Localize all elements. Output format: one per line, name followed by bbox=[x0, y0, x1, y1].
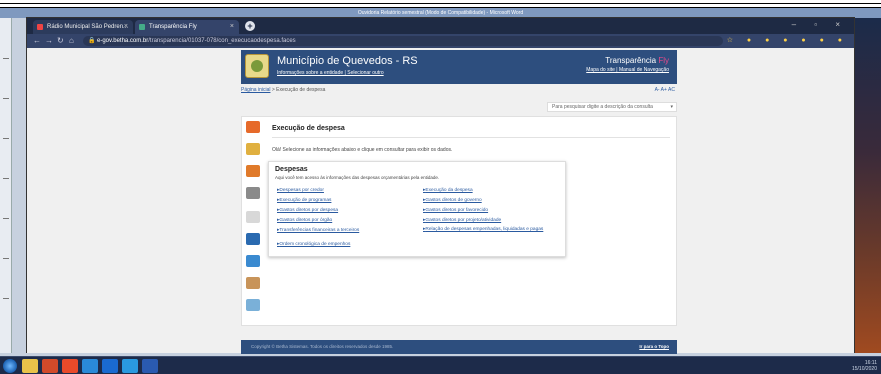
tab-bar: Rádio Municipal São Pedren... × Transpar… bbox=[27, 18, 854, 34]
ruler-tick bbox=[3, 58, 9, 59]
link-gastos-por-orgao[interactable]: Gastos diretos por órgão bbox=[277, 218, 332, 223]
content-panel: Execução de despesa Olá! Selecione as in… bbox=[241, 116, 677, 326]
ruler-tick bbox=[3, 218, 9, 219]
municipality-name: Município de Quevedos - RS bbox=[277, 55, 418, 67]
back-icon[interactable]: ← bbox=[33, 36, 41, 46]
minus-coins-icon bbox=[246, 165, 260, 177]
link-relacao-despesas[interactable]: Relação de despesas empenhadas, liquidad… bbox=[423, 227, 563, 233]
skype-icon[interactable] bbox=[102, 359, 118, 373]
site-footer: Copyright © Betha Sistemas. Todos os dir… bbox=[241, 340, 677, 354]
ruler-tick bbox=[3, 258, 9, 259]
url-host: e-gov.betha.com.br bbox=[97, 38, 149, 44]
brand-suffix: Fly bbox=[658, 56, 669, 65]
expense-icon bbox=[246, 121, 260, 133]
card-description: Aqui você tem acesso às informações das … bbox=[275, 175, 440, 180]
link-gastos-por-despesa[interactable]: Gastos diretos por despesa bbox=[277, 208, 338, 213]
coins-icon bbox=[246, 143, 260, 155]
divider bbox=[272, 137, 670, 138]
card-title: Despesas bbox=[275, 166, 308, 173]
url-path: /transparencia/01037-078/con_execucaodes… bbox=[148, 38, 296, 44]
close-tab-icon[interactable]: × bbox=[124, 20, 128, 34]
link-gastos-projeto[interactable]: Gastos diretos por projeto/atividade bbox=[423, 218, 501, 223]
word-ruler bbox=[0, 18, 12, 353]
browser-window: Rádio Municipal São Pedren... × Transpar… bbox=[26, 17, 855, 354]
link-despesas-por-credor[interactable]: Despesas por credor bbox=[277, 188, 324, 193]
search-placeholder: Para pesquisar digite a descrição da con… bbox=[552, 104, 653, 110]
breadcrumb-current: Execução de despesa bbox=[276, 87, 326, 93]
reload-icon[interactable]: ↻ bbox=[57, 36, 64, 46]
link-ordem-cronologica[interactable]: Ordem cronológica de empenhos bbox=[277, 242, 350, 247]
copyright-text: Copyright © Betha Sistemas. Todos os dir… bbox=[251, 344, 394, 349]
report-icon bbox=[246, 299, 260, 311]
ruler-tick bbox=[3, 298, 9, 299]
brand-prefix: Transparência bbox=[605, 56, 659, 65]
tab-label: Rádio Municipal São Pedren... bbox=[47, 24, 129, 30]
favicon-icon bbox=[37, 24, 43, 30]
link-transferencias[interactable]: Transferências financeiras a terceiros bbox=[277, 228, 359, 233]
link-gastos-governo[interactable]: Gastos diretos de governo bbox=[423, 198, 481, 203]
address-bar-row: ← → ↻ ⌂ 🔒 e-gov.betha.com.br/transparenc… bbox=[27, 34, 854, 48]
breadcrumb: Página inicial > Execução de despesa A- … bbox=[241, 87, 677, 97]
divider bbox=[0, 3, 881, 4]
new-tab-button[interactable]: + bbox=[245, 21, 255, 31]
link-execucao-programas[interactable]: Execução de programas bbox=[277, 198, 331, 203]
favicon-icon bbox=[139, 24, 145, 30]
word-icon[interactable] bbox=[142, 359, 158, 373]
ruler-tick bbox=[3, 178, 9, 179]
bank-icon bbox=[246, 187, 260, 199]
document-icon bbox=[246, 255, 260, 267]
back-to-top-link[interactable]: Ir para o Topo bbox=[639, 340, 669, 354]
chat-icon[interactable] bbox=[122, 359, 138, 373]
tab-label: Transparência Fly bbox=[149, 24, 197, 30]
tab-radio[interactable]: Rádio Municipal São Pedren... × bbox=[33, 20, 133, 34]
extension-icons[interactable]: ☆ ● ● ● ● ● ● bbox=[727, 36, 848, 44]
system-tray[interactable]: 16:11 15/10/2020 bbox=[852, 360, 877, 372]
powerpoint-icon[interactable] bbox=[42, 359, 58, 373]
breadcrumb-home[interactable]: Página inicial bbox=[241, 87, 270, 93]
entity-links[interactable]: Informações sobre a entidade | Seleciona… bbox=[277, 70, 384, 76]
truck-icon bbox=[246, 233, 260, 245]
top-strip bbox=[0, 0, 881, 8]
intro-text: Olá! Selecione as informações abaixo e c… bbox=[272, 147, 453, 153]
brand: Transparência Fly bbox=[605, 56, 669, 65]
tab-transparencia[interactable]: Transparência Fly × bbox=[135, 20, 239, 34]
taskbar: 16:11 15/10/2020 bbox=[0, 356, 881, 374]
browser-icon[interactable] bbox=[82, 359, 98, 373]
start-button[interactable] bbox=[3, 359, 17, 373]
search-input[interactable]: Para pesquisar digite a descrição da con… bbox=[547, 102, 677, 112]
home-icon[interactable]: ⌂ bbox=[69, 36, 74, 46]
dropdown-arrow-icon: ▾ bbox=[670, 104, 673, 110]
link-gastos-favorecido[interactable]: Gastos diretos por favorecido bbox=[423, 208, 488, 213]
expenses-card: Despesas Aqui você tem acesso às informa… bbox=[268, 161, 566, 257]
page-title: Execução de despesa bbox=[272, 125, 345, 132]
font-size-controls[interactable]: A- A+ AC bbox=[655, 87, 675, 93]
forward-icon[interactable]: → bbox=[45, 36, 53, 46]
link-execucao-despesa[interactable]: Execução da despesa bbox=[423, 188, 472, 193]
site-map-links[interactable]: Mapa do site | Manual de Navegação bbox=[586, 67, 669, 73]
clock-date: 15/10/2020 bbox=[851, 366, 877, 372]
municipal-crest-icon bbox=[245, 54, 269, 78]
url-input[interactable]: 🔒 e-gov.betha.com.br/transparencia/01037… bbox=[83, 36, 723, 46]
lock-icon: 🔒 bbox=[88, 38, 96, 44]
people-icon bbox=[246, 277, 260, 289]
ruler-tick bbox=[3, 98, 9, 99]
chrome-icon[interactable] bbox=[62, 359, 78, 373]
explorer-icon[interactable] bbox=[22, 359, 38, 373]
web-page: Município de Quevedos - RS Informações s… bbox=[27, 48, 854, 354]
window-controls[interactable]: – ▫ × bbox=[792, 20, 848, 29]
ruler-tick bbox=[3, 138, 9, 139]
stethoscope-icon bbox=[246, 211, 260, 223]
close-tab-icon[interactable]: × bbox=[230, 20, 234, 34]
site-header: Município de Quevedos - RS Informações s… bbox=[241, 50, 677, 84]
